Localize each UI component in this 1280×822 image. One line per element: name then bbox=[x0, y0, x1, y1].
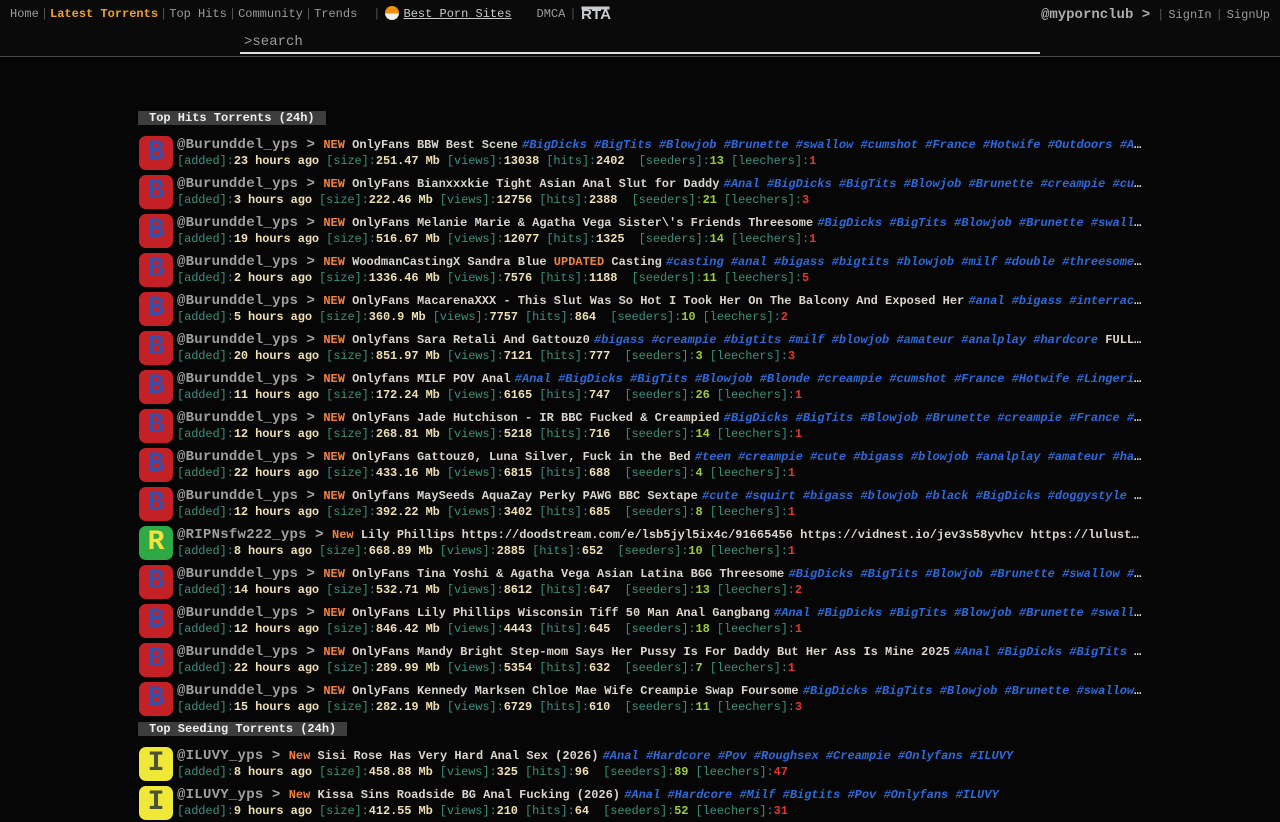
svg-text:RTA: RTA bbox=[581, 6, 611, 20]
